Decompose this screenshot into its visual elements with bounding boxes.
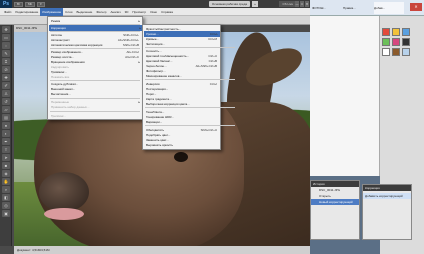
history-brush-tool-icon[interactable]: ↺ [2,98,10,105]
menu-select[interactable]: Выделение [74,8,94,16]
blur-tool-icon[interactable]: ● [2,122,10,129]
cs-live-button[interactable]: CS Live [279,1,296,7]
maximize-button[interactable]: □ [300,1,304,7]
browser-tab-active[interactable]: Добав... [374,2,404,14]
menu-edit[interactable]: Редактирование [13,8,40,16]
hand-tool-icon[interactable]: ✋ [2,178,10,185]
move-tool-icon[interactable]: ✥ [2,26,10,33]
zoom-level-button[interactable]: ▾ [37,1,45,7]
shape-tool-icon[interactable]: ■ [2,162,10,169]
document-tab[interactable]: DSC_0011.JPG [14,25,50,32]
menu-separator [145,79,235,80]
menu-separator [50,111,140,112]
menu-analysis[interactable]: Анализ [108,8,122,16]
crop-tool-icon[interactable]: ⌗ [2,58,10,65]
eraser-tool-icon[interactable]: ▱ [2,106,10,113]
deer-tongue [44,208,84,220]
workspace-menu-chevron-icon[interactable]: » [252,1,258,7]
deer-eye [174,152,188,162]
swatch[interactable] [402,48,410,56]
status-bar: Документ: 4,51М/4,51М [14,246,310,254]
menu-separator [145,125,235,126]
stamp-tool-icon[interactable]: ♙ [2,90,10,97]
swatch[interactable] [382,48,390,56]
menu-item-apply-data-set: Применить набор данных... [51,105,90,109]
deer-nose [39,172,89,212]
menu-window[interactable]: Окно [148,8,159,16]
zoom-tool-icon[interactable]: ⌕ [2,186,10,193]
adjustments-panel-row[interactable]: Добавить корректирующий [363,193,411,199]
lasso-tool-icon[interactable]: ◌ [2,42,10,49]
menu-file[interactable]: Файл [2,8,13,16]
menu-layers[interactable]: Слои [63,8,74,16]
eyedropper-tool-icon[interactable]: ⊘ [2,66,10,73]
screen-mode-icon[interactable]: ▣ [2,210,10,217]
browser-tab[interactable]: Правка... [343,2,373,14]
swatch[interactable] [392,28,400,36]
minibridge-button[interactable]: Mb [25,1,36,7]
window-controls: — □ ✕ [295,1,309,7]
swatch[interactable] [392,38,400,46]
healing-tool-icon[interactable]: ✚ [2,74,10,81]
history-state-selected[interactable]: Новый корректирующий [311,199,359,205]
menu-bar: Файл Редактирование Изображение Слои Выд… [0,7,310,16]
close-icon[interactable]: ✕ [410,3,422,11]
gradient-tool-icon[interactable]: ▤ [2,114,10,121]
quick-mask-icon[interactable]: ◎ [2,202,10,209]
path-select-tool-icon[interactable]: ➤ [2,154,10,161]
pen-tool-icon[interactable]: ✒ [2,138,10,145]
menu-view[interactable]: Просмотр [130,8,148,16]
minimize-button[interactable]: — [295,1,299,7]
menu-filter[interactable]: Фильтр [94,8,108,16]
swatch[interactable] [402,28,410,36]
menu-item-equalize[interactable]: Выровнять яркость [146,142,219,148]
close-button[interactable]: ✕ [305,1,309,7]
adjustments-panel-title[interactable]: Коррекция [363,185,411,191]
adjustments-panel: Коррекция Добавить корректирующий [362,184,412,240]
marquee-tool-icon[interactable]: ▭ [2,34,10,41]
swatch[interactable] [382,38,390,46]
dodge-tool-icon[interactable]: ◐ [2,130,10,137]
background-page [310,16,380,176]
menu-3d[interactable]: 3D [123,8,131,16]
brush-tool-icon[interactable]: ✐ [2,82,10,89]
tools-panel: ✥ ▭ ◌ ✎ ⌗ ⊘ ✚ ✐ ♙ ↺ ▱ ▤ ● ◐ ✒ T ➤ ■ ◈ ✋ … [0,25,12,246]
swatch[interactable] [402,38,410,46]
3d-tool-icon[interactable]: ◈ [2,170,10,177]
browser-window-tabs: ФОТОШ... Правка... Добав... ✕ [310,0,424,16]
menu-item-calculations[interactable]: Вычисления... [51,91,141,97]
menu-image[interactable]: Изображение [40,7,64,16]
browser-tab[interactable]: ФОТОШ... [312,2,342,14]
foreground-color-icon[interactable]: ◧ [2,194,10,201]
bridge-button[interactable]: Br [14,1,23,7]
adjustments-submenu: Яркость/Контрастность... Уровни... Ctrl+L… [142,24,235,150]
quick-select-tool-icon[interactable]: ✎ [2,50,10,57]
swatch[interactable] [392,48,400,56]
menu-help[interactable]: Справка [159,8,175,16]
menu-separator [145,107,235,108]
menu-item-trap: Треппинг... [51,114,66,118]
image-menu-dropdown: Режим ▸ Коррекция ▸ Автотон Shift+Ctrl+L Ав… [47,16,143,120]
type-tool-icon[interactable]: T [2,146,10,153]
swatch[interactable] [382,28,390,36]
history-panel: История DSC_0011.JPG Открыть Новый корре… [310,180,360,240]
workspace-button[interactable]: Основная рабочая среда [208,1,250,7]
